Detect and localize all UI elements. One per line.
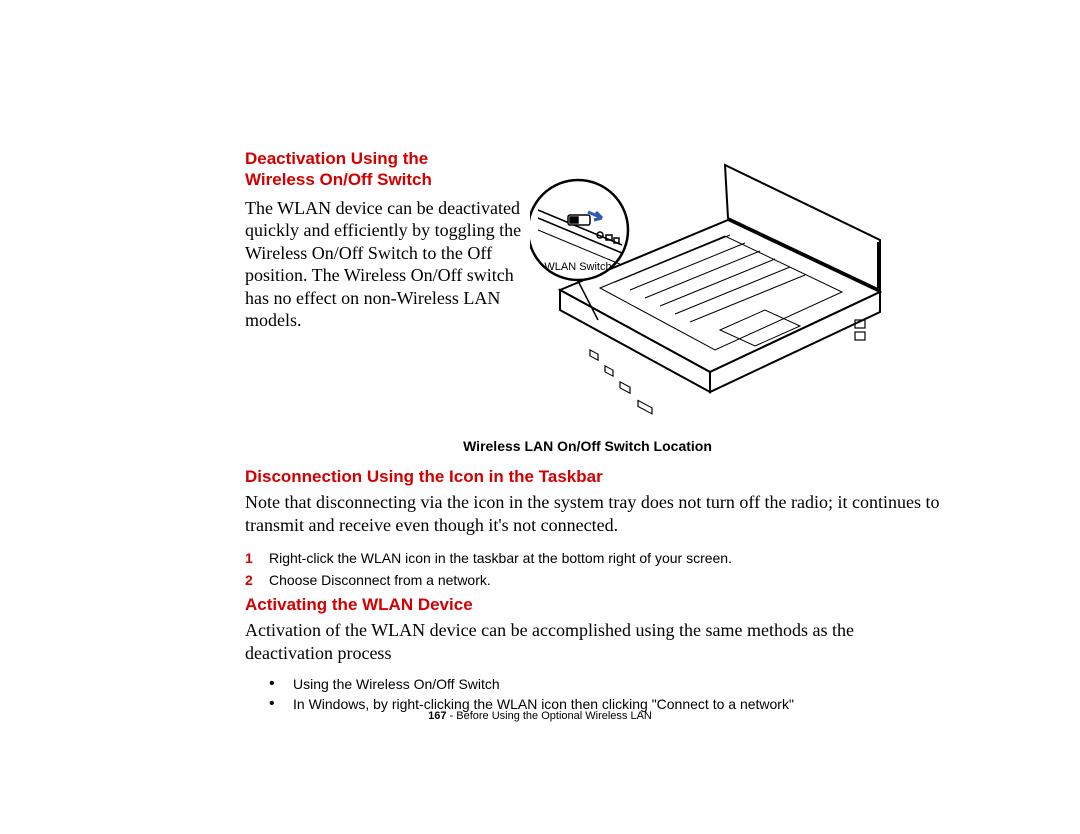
figure-caption: Wireless LAN On/Off Switch Location xyxy=(245,438,930,454)
step-row: 2 Choose Disconnect from a network. xyxy=(245,572,945,588)
footer-sep: - xyxy=(446,710,456,722)
bullet-text: Using the Wireless On/Off Switch xyxy=(293,676,500,692)
step-text: Right-click the WLAN icon in the taskbar… xyxy=(269,550,732,566)
figure-wlan-switch-label: WLAN Switch xyxy=(544,261,611,273)
heading-activating: Activating the WLAN Device xyxy=(245,594,945,615)
heading-deactivation: Deactivation Using the Wireless On/Off S… xyxy=(245,148,535,191)
step-number: 1 xyxy=(245,550,269,566)
step-text: Choose Disconnect from a network. xyxy=(269,572,491,588)
bullet-row: • Using the Wireless On/Off Switch xyxy=(245,676,945,692)
body-deactivation: The WLAN device can be deactivated quick… xyxy=(245,197,535,332)
page-footer: 167 - Before Using the Optional Wireless… xyxy=(0,710,1080,722)
step-row: 1 Right-click the WLAN icon in the taskb… xyxy=(245,550,945,566)
heading-deactivation-line1: Deactivation Using the xyxy=(245,149,428,168)
heading-deactivation-line2: Wireless On/Off Switch xyxy=(245,170,432,189)
footer-title: Before Using the Optional Wireless LAN xyxy=(456,710,652,722)
body-activating: Activation of the WLAN device can be acc… xyxy=(245,619,945,664)
bullet-icon: • xyxy=(245,676,293,692)
body-disconnection: Note that disconnecting via the icon in … xyxy=(245,491,945,536)
footer-page-number: 167 xyxy=(428,710,446,722)
heading-disconnection: Disconnection Using the Icon in the Task… xyxy=(245,466,945,487)
step-number: 2 xyxy=(245,572,269,588)
figure-laptop: WLAN Switch xyxy=(530,160,895,420)
